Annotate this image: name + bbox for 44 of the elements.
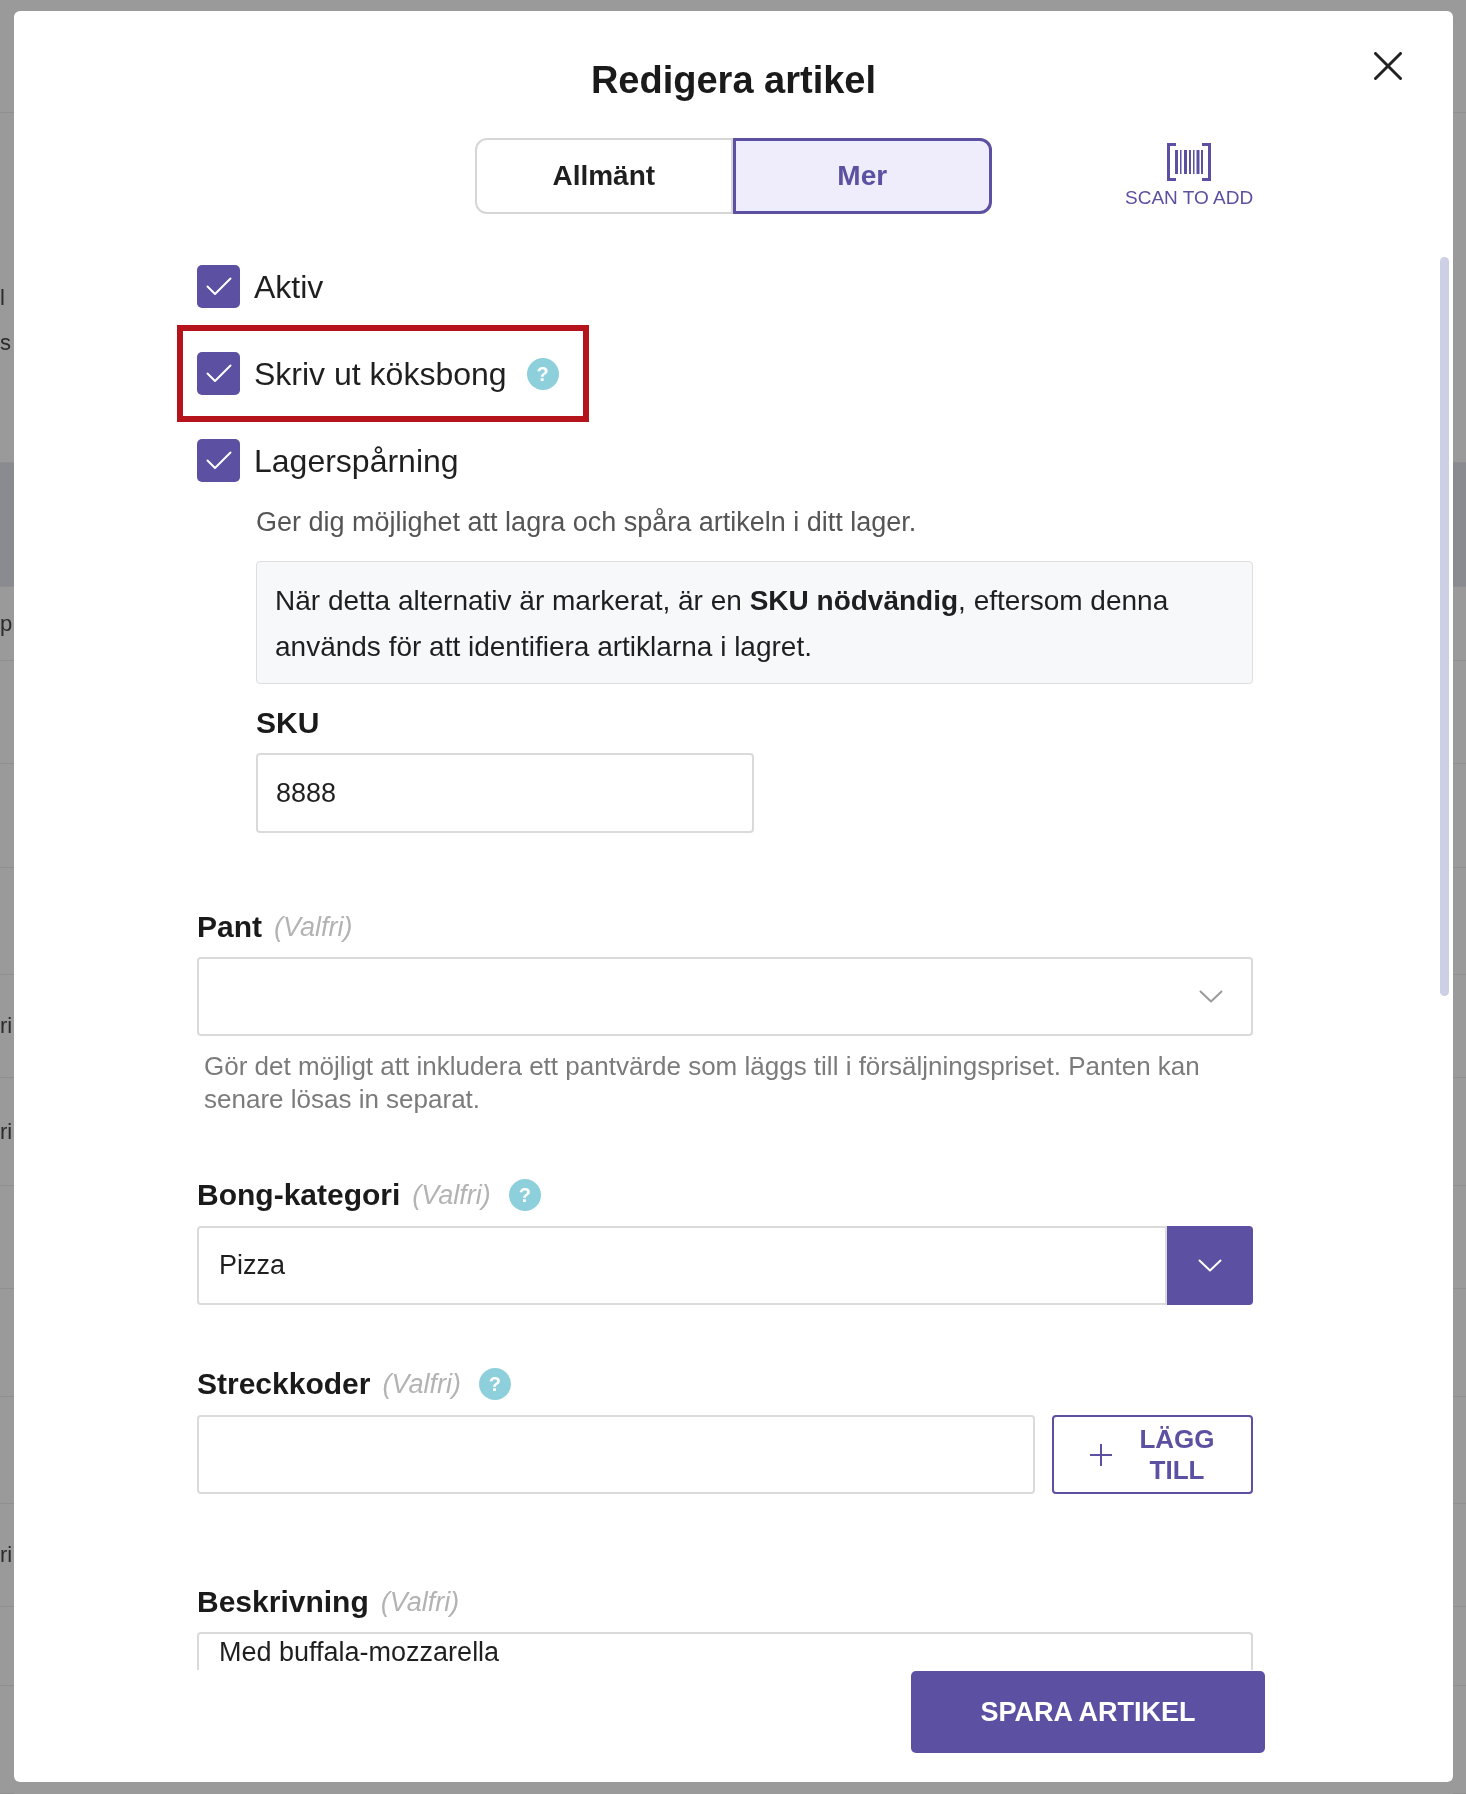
description-text: Ger dig möjlighet att lagra och spåra artikeln i ditt lager.: [256, 507, 918, 537]
field-label: SKU: [256, 705, 321, 741]
optional-label: (Valfri): [380, 1586, 460, 1618]
field-label: Bong-kategori: [197, 1177, 401, 1213]
close-icon: [1374, 52, 1402, 80]
background-text: ri: [0, 1541, 13, 1569]
checkbox[interactable]: [197, 439, 240, 482]
optional-label: (Valfri): [412, 1179, 491, 1211]
background-text: p: [0, 609, 13, 638]
field-label: Streckkoder: [197, 1366, 371, 1402]
checkbox[interactable]: [197, 265, 240, 308]
input-field[interactable]: [197, 1415, 1035, 1494]
field-label: Beskrivning: [197, 1584, 369, 1620]
checkbox-label: Lagerspårning: [254, 441, 459, 480]
select-field[interactable]: Pizza: [197, 1226, 1167, 1305]
checkbox-label: Aktiv: [254, 267, 324, 306]
chevron-down-icon: [1199, 990, 1223, 1003]
background-text: l: [0, 284, 5, 312]
tab[interactable]: Allmänt: [475, 138, 733, 214]
help-text: Gör det möjligt att inkludera ett pantvärde som läggs till i försäljningspriset. Panten kan senare lösas in separat.: [204, 1050, 1201, 1116]
scrollbar-thumb[interactable]: [1440, 257, 1449, 996]
scan-to-add-button[interactable]: SCAN TO ADD: [1125, 143, 1254, 209]
barcode-icon: [1167, 143, 1212, 181]
optional-label: (Valfri): [274, 911, 353, 943]
input-field[interactable]: 8888: [256, 753, 754, 833]
tab[interactable]: Mer: [732, 138, 992, 214]
background-text: ri: [0, 1012, 13, 1040]
plus-icon: [1089, 1442, 1113, 1467]
select-field[interactable]: [197, 957, 1253, 1036]
check-icon: [205, 451, 232, 470]
check-icon: [205, 364, 232, 383]
close-button[interactable]: [1372, 50, 1404, 82]
background-text: s: [0, 329, 11, 357]
save-button[interactable]: SPARA ARTIKEL: [911, 1671, 1265, 1753]
checkbox-label: Skriv ut köksbong: [254, 354, 507, 393]
info-text: När detta alternativ är markerat, är en SKU nödvändig, eftersom denna används för att identifiera artiklarna i lagret.: [275, 584, 1170, 664]
chevron-down-icon: [1198, 1259, 1222, 1272]
field-label: Pant: [197, 909, 262, 945]
check-icon: [205, 277, 232, 296]
dialog-title: Redigera artikel: [590, 58, 877, 103]
add-button[interactable]: LÄGG TILL: [1052, 1415, 1253, 1494]
checkbox[interactable]: [197, 352, 240, 395]
background-text: ri: [0, 1117, 13, 1146]
optional-label: (Valfri): [382, 1368, 461, 1400]
